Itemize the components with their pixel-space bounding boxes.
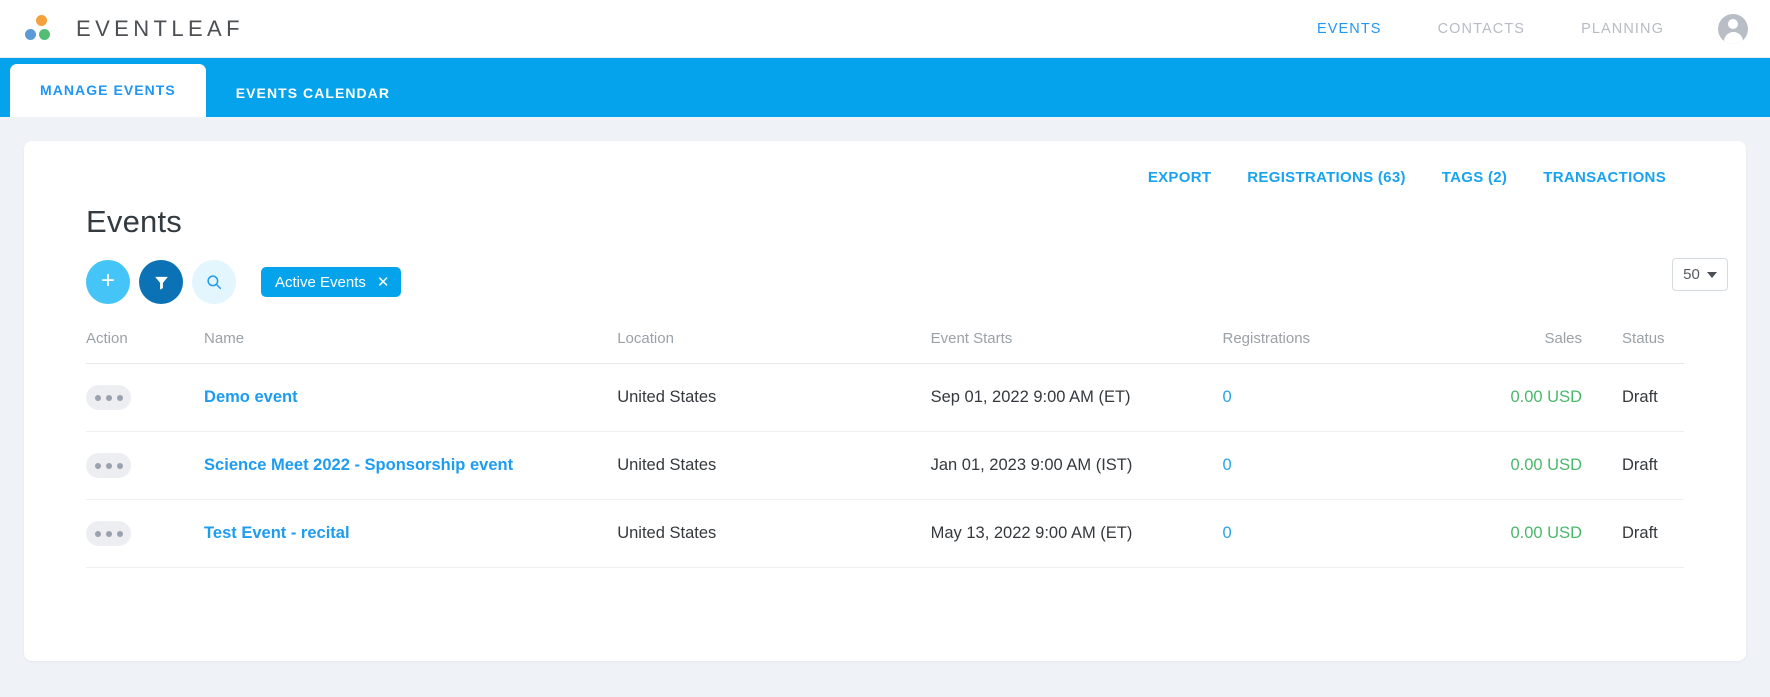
table-header-row: Action Name Location Event Starts Regist… <box>86 330 1684 364</box>
search-icon <box>205 273 223 291</box>
nav-item-events[interactable]: EVENTS <box>1289 21 1410 37</box>
event-registrations-link[interactable]: 0 <box>1223 388 1232 406</box>
tab-strip: MANAGE EVENTS EVENTS CALENDAR <box>0 58 1770 117</box>
event-location: United States <box>617 432 930 500</box>
search-button[interactable] <box>192 260 236 304</box>
event-registrations-link[interactable]: 0 <box>1223 524 1232 542</box>
transactions-link[interactable]: TRANSACTIONS <box>1543 169 1666 186</box>
page-size-select[interactable]: 50 <box>1672 258 1728 291</box>
event-location: United States <box>617 364 930 432</box>
add-event-button[interactable]: + <box>86 260 130 304</box>
tab-events-calendar[interactable]: EVENTS CALENDAR <box>206 69 420 117</box>
brand-logo[interactable]: EVENTLEAF <box>24 14 244 44</box>
column-header-sales: Sales <box>1453 330 1582 364</box>
eventleaf-logo-icon <box>24 14 58 44</box>
page-size-value: 50 <box>1683 266 1700 283</box>
event-starts: Sep 01, 2022 9:00 AM (ET) <box>931 364 1223 432</box>
table-row: Demo event United States Sep 01, 2022 9:… <box>86 364 1684 432</box>
tab-manage-events[interactable]: MANAGE EVENTS <box>10 64 206 117</box>
nav-item-contacts[interactable]: CONTACTS <box>1410 21 1553 37</box>
chip-label: Active Events <box>275 274 366 291</box>
event-status: Draft <box>1582 500 1684 568</box>
event-sales: 0.00 USD <box>1453 432 1582 500</box>
column-header-name: Name <box>204 330 617 364</box>
active-events-filter-chip[interactable]: Active Events ✕ <box>261 267 401 297</box>
column-header-action: Action <box>86 330 204 364</box>
event-name-link[interactable]: Test Event - recital <box>204 524 350 542</box>
table-row: Test Event - recital United States May 1… <box>86 500 1684 568</box>
column-header-location: Location <box>617 330 930 364</box>
event-starts: Jan 01, 2023 9:00 AM (IST) <box>931 432 1223 500</box>
event-name-link[interactable]: Science Meet 2022 - Sponsorship event <box>204 456 513 474</box>
chip-remove-icon[interactable]: ✕ <box>377 273 390 291</box>
row-actions-menu-icon[interactable] <box>86 385 131 410</box>
event-name-link[interactable]: Demo event <box>204 388 298 406</box>
export-link[interactable]: EXPORT <box>1148 169 1211 186</box>
table-row: Science Meet 2022 - Sponsorship event Un… <box>86 432 1684 500</box>
events-table: Action Name Location Event Starts Regist… <box>86 330 1684 568</box>
column-header-status: Status <box>1582 330 1684 364</box>
event-location: United States <box>617 500 930 568</box>
page-body: EXPORT REGISTRATIONS (63) TAGS (2) TRANS… <box>0 117 1770 685</box>
nav-item-planning[interactable]: PLANNING <box>1553 21 1692 37</box>
card-action-links: EXPORT REGISTRATIONS (63) TAGS (2) TRANS… <box>86 141 1684 186</box>
registrations-link[interactable]: REGISTRATIONS (63) <box>1247 169 1405 186</box>
column-header-registrations: Registrations <box>1223 330 1454 364</box>
events-card: EXPORT REGISTRATIONS (63) TAGS (2) TRANS… <box>24 141 1746 661</box>
event-status: Draft <box>1582 432 1684 500</box>
column-header-event-starts: Event Starts <box>931 330 1223 364</box>
row-actions-menu-icon[interactable] <box>86 521 131 546</box>
user-avatar-icon[interactable] <box>1718 14 1748 44</box>
event-registrations-link[interactable]: 0 <box>1223 456 1232 474</box>
event-sales: 0.00 USD <box>1453 500 1582 568</box>
primary-navigation: EVENTS CONTACTS PLANNING <box>1289 14 1748 44</box>
funnel-icon <box>153 274 170 291</box>
events-toolbar: + Active Events ✕ 50 <box>86 260 1684 304</box>
plus-icon: + <box>101 269 115 293</box>
page-title: Events <box>86 204 1684 240</box>
event-status: Draft <box>1582 364 1684 432</box>
top-header-bar: EVENTLEAF EVENTS CONTACTS PLANNING <box>0 0 1770 58</box>
brand-name: EVENTLEAF <box>76 16 244 42</box>
tags-link[interactable]: TAGS (2) <box>1442 169 1507 186</box>
event-sales: 0.00 USD <box>1453 364 1582 432</box>
filter-button[interactable] <box>139 260 183 304</box>
events-table-head: Action Name Location Event Starts Regist… <box>86 330 1684 364</box>
event-starts: May 13, 2022 9:00 AM (ET) <box>931 500 1223 568</box>
row-actions-menu-icon[interactable] <box>86 453 131 478</box>
chevron-down-icon <box>1707 272 1717 278</box>
events-table-body: Demo event United States Sep 01, 2022 9:… <box>86 364 1684 568</box>
